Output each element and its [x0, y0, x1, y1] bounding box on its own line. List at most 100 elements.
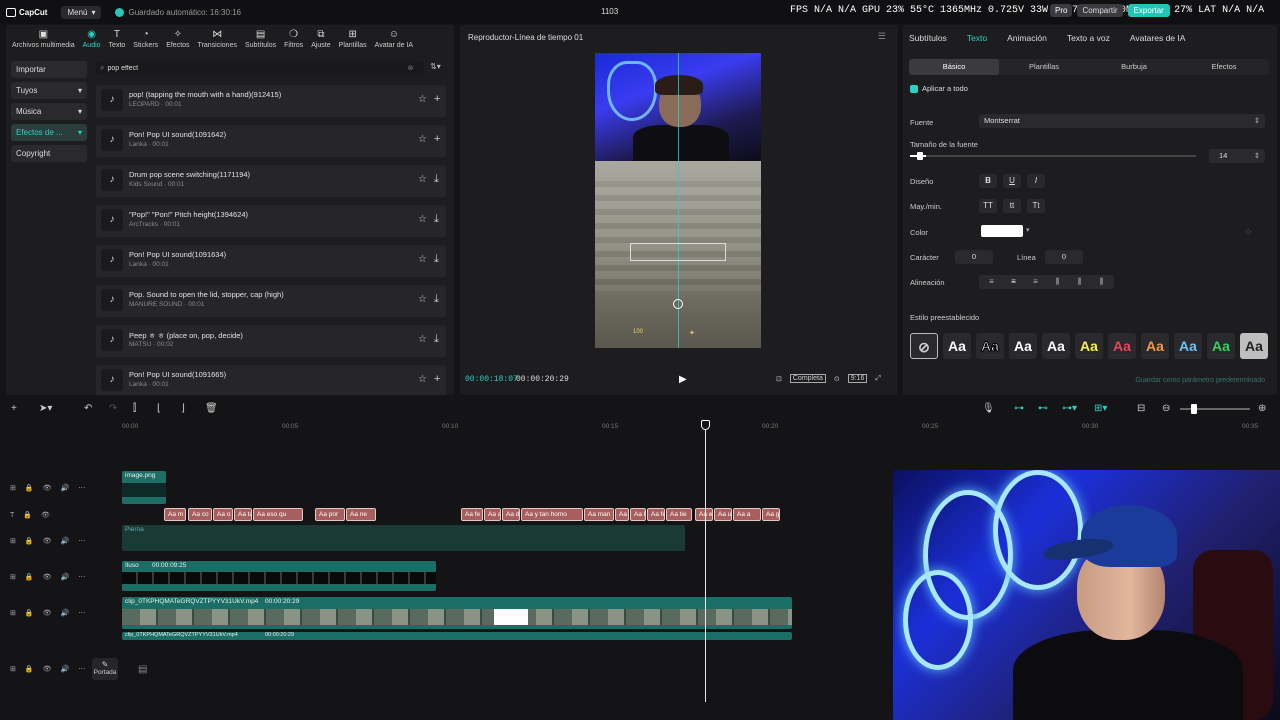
main-video-clip-2[interactable]: clip_0TKPHQMATeGRQVZTPYYV31UkV.mp4 00:00…	[122, 632, 792, 640]
preset-style[interactable]: Aa	[1174, 333, 1202, 359]
lock-icon[interactable]: 🔒	[25, 537, 34, 545]
eye-icon[interactable]: 👁	[41, 511, 50, 519]
tab-text[interactable]: T Texto	[105, 25, 130, 53]
text-clip[interactable]: Aa di	[502, 508, 520, 521]
text-clip[interactable]: Aa al	[484, 508, 501, 521]
download-icon[interactable]: ⤓	[434, 333, 439, 346]
side-nav-item[interactable]: Tuyos ▾	[11, 82, 87, 99]
side-nav-item[interactable]: Efectos de ... ▾	[11, 124, 87, 141]
font-size-slider-handle[interactable]	[917, 152, 923, 160]
eye-icon[interactable]: 👁	[43, 484, 52, 492]
split-icon[interactable]: ⫿	[133, 403, 136, 414]
tab-effects[interactable]: ✧ Efectos	[162, 25, 193, 53]
zoom-out-icon[interactable]: ⊖	[1162, 403, 1170, 414]
download-icon[interactable]: ⤓	[434, 253, 439, 266]
align-left-icon[interactable]: ≡	[982, 276, 1001, 288]
tab-subtitles[interactable]: ▤ Subtítulos	[241, 25, 280, 53]
zoom-in-icon[interactable]: ⊕	[1258, 403, 1266, 414]
more-icon[interactable]: ⋯	[78, 665, 85, 673]
text-clip[interactable]: Aa a	[733, 508, 761, 521]
microphone-icon[interactable]: 🎙	[982, 403, 995, 414]
sub-tab[interactable]: Efectos	[1179, 59, 1269, 75]
search-input[interactable]	[107, 64, 408, 72]
undo-icon[interactable]: ↶	[84, 403, 92, 414]
favorite-star-icon[interactable]: ☆	[418, 214, 427, 225]
char-spacing-input[interactable]: 0	[955, 250, 993, 264]
hamburger-icon[interactable]: ☰	[878, 31, 886, 42]
screenshot-icon[interactable]: ⊙	[834, 375, 840, 383]
text-clip[interactable]: Aa el	[695, 508, 713, 521]
save-default-button[interactable]: Guardar como parámetro predeterminado	[1135, 377, 1265, 384]
sound-item[interactable]: ♪ Pon! Pop UI sound(1091665) Lanka · 00:01…	[96, 365, 446, 395]
audio-icon[interactable]: 🔊	[60, 484, 69, 492]
tab-filter[interactable]: ❍ Filtros	[280, 25, 307, 53]
preset-style[interactable]: Aa	[1075, 333, 1103, 359]
lock-icon[interactable]: 🔒	[23, 511, 32, 519]
download-icon[interactable]: ⤓	[434, 173, 439, 186]
audio-icon[interactable]: 🔊	[60, 665, 69, 673]
font-size-slider-track[interactable]	[926, 155, 1196, 157]
add-track-icon[interactable]: +	[11, 403, 17, 414]
trim-left-icon[interactable]: ⌊	[157, 403, 161, 414]
text-clip[interactable]: Aa gay	[762, 508, 780, 521]
preset-style[interactable]: Aa	[1207, 333, 1235, 359]
audio-icon[interactable]: 🔊	[60, 573, 69, 581]
vertical-center-icon[interactable]: ⫼	[1070, 276, 1089, 288]
text-clip[interactable]: Aa ne	[346, 508, 376, 521]
pro-button[interactable]: Pro	[1050, 4, 1073, 17]
subtitles-icon[interactable]: ⊟	[1137, 403, 1145, 414]
sound-item[interactable]: ♪ pop! (tapping the mouth with a hand)(91…	[96, 85, 446, 117]
text-clip[interactable]: Aa tie	[666, 508, 692, 521]
text-clip[interactable]: Aa la	[630, 508, 646, 521]
effect-clip[interactable]: Iluso 00:00:09:25	[122, 561, 436, 591]
sub-tab[interactable]: Plantillas	[999, 59, 1089, 75]
favorite-star-icon[interactable]: ☆	[418, 334, 427, 345]
sound-item[interactable]: ♪ Pon! Pop UI sound(1091642) Lanka · 00:01…	[96, 125, 446, 157]
titlecase-button[interactable]: Tt	[1027, 199, 1045, 213]
sub-tab[interactable]: Básico	[909, 59, 999, 75]
text-clip[interactable]: Aa fe	[461, 508, 483, 521]
chevron-down-icon[interactable]: ▾	[1026, 226, 1030, 234]
side-nav-item[interactable]: Música ▾	[11, 103, 87, 120]
select-tool-icon[interactable]: ➤▾	[39, 403, 52, 414]
text-clip[interactable]: Aa co	[188, 508, 212, 521]
properties-tab[interactable]: Texto	[967, 33, 987, 43]
link-icon[interactable]: ⊷	[1038, 403, 1048, 414]
sound-item[interactable]: ♪ Pon! Pop UI sound(1091634) Lanka · 00:01…	[96, 245, 446, 277]
audio-icon[interactable]: 🔊	[60, 537, 69, 545]
properties-tab[interactable]: Texto a voz	[1067, 33, 1110, 43]
preset-style[interactable]: Aa	[1009, 333, 1037, 359]
rotate-handle-icon[interactable]	[673, 299, 683, 309]
side-nav-item[interactable]: Importar	[11, 61, 87, 78]
side-nav-item[interactable]: Copyright	[11, 145, 87, 162]
preset-style[interactable]: Aa	[1108, 333, 1136, 359]
redo-icon[interactable]: ↷	[109, 403, 117, 414]
bold-button[interactable]: B	[979, 174, 997, 188]
eye-icon[interactable]: 👁	[43, 537, 52, 545]
lowercase-button[interactable]: tt	[1003, 199, 1021, 213]
vertical-bottom-icon[interactable]: ⫼	[1092, 276, 1111, 288]
tab-audio[interactable]: ◉ Audio	[79, 25, 105, 53]
preset-style[interactable]: Aa	[976, 333, 1004, 359]
more-icon[interactable]: ⋯	[78, 573, 85, 581]
preset-style[interactable]: Aa	[1141, 333, 1169, 359]
underline-button[interactable]: U	[1003, 174, 1021, 188]
tab-avatar[interactable]: ☺ Avatar de IA	[371, 25, 417, 53]
play-icon[interactable]: ▶	[679, 374, 687, 385]
align-center-icon[interactable]: ≡	[1004, 276, 1023, 288]
share-button[interactable]: Compartir	[1077, 4, 1123, 17]
audio-clip[interactable]: Pierna	[122, 525, 685, 551]
eye-icon[interactable]: 👁	[43, 573, 52, 581]
text-clip[interactable]: Aa fe	[647, 508, 665, 521]
text-clip[interactable]: Aa man	[584, 508, 614, 521]
text-clip[interactable]: Aa u	[714, 508, 732, 521]
more-icon[interactable]: ⋯	[78, 609, 85, 617]
video-preview[interactable]: 100 ✦	[595, 53, 761, 348]
favorite-star-icon[interactable]: ☆	[418, 294, 427, 305]
italic-button[interactable]: I	[1027, 174, 1045, 188]
text-clip[interactable]: Aa m	[164, 508, 186, 521]
favorite-star-icon[interactable]: ☆	[418, 374, 427, 385]
download-icon[interactable]: ⤓	[434, 213, 439, 226]
search-box[interactable]: ⌕ ⊗	[96, 61, 424, 75]
delete-icon[interactable]: 🗑	[205, 403, 218, 414]
